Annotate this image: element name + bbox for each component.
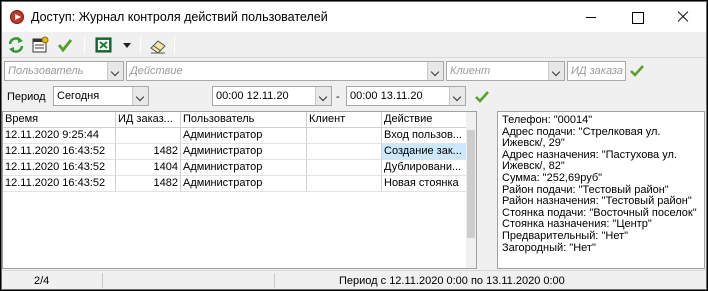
period-to-value: 00:00 13.11.20 [350, 90, 423, 102]
column-header-action[interactable]: Действие [382, 112, 467, 128]
client-filter-combo[interactable]: Клиент [446, 61, 565, 81]
column-header-order-id[interactable]: ИД заказ... [116, 112, 181, 128]
action-filter-placeholder: Действие [130, 65, 183, 77]
cell-order-id [116, 128, 181, 144]
order-id-placeholder: ИД заказа [571, 65, 623, 77]
detail-line: Телефон: "00014" [502, 114, 593, 126]
close-button[interactable] [660, 2, 706, 32]
table-row[interactable]: 12.11.2020 16:43:52 1482 Администратор С… [3, 144, 467, 160]
apply-icon[interactable] [55, 35, 75, 55]
cell-client [307, 128, 382, 144]
period-preset-value: Сегодня [57, 90, 100, 102]
column-header-time[interactable]: Время [3, 112, 116, 128]
toolbar-separator [174, 36, 175, 54]
action-filter-combo[interactable]: Действие [126, 61, 444, 81]
status-separator [102, 273, 103, 288]
cell-action: Вход пользов... [382, 128, 467, 144]
order-id-input[interactable]: ИД заказа [567, 61, 626, 81]
apply-filter-check-icon[interactable] [629, 63, 645, 79]
cell-order-id: 1404 [116, 160, 181, 176]
cell-user: Администратор [181, 160, 307, 176]
cell-order-id: 1482 [116, 144, 181, 160]
period-label: Период [7, 91, 46, 103]
status-bar: 2/4 Период с 12.11.2020 0:00 по 13.11.20… [2, 270, 706, 289]
detail-line: Загородный: "Нет" [502, 241, 596, 254]
column-header-client[interactable]: Клиент [307, 112, 382, 128]
chevron-down-icon[interactable] [315, 87, 331, 105]
user-filter-placeholder: Пользователь [8, 65, 84, 77]
status-period-text: Период с 12.11.2020 0:00 по 13.11.2020 0… [339, 275, 565, 287]
cell-user: Администратор [181, 128, 307, 144]
filter-row: Пользователь Действие Клиент ИД заказа [2, 59, 706, 83]
detail-line: Сумма: "252,69руб" [502, 171, 603, 184]
cell-action: Дублировани... [382, 160, 467, 176]
scrollbar-thumb[interactable] [467, 130, 475, 238]
cell-time: 12.11.2020 16:43:52 [3, 176, 116, 192]
chevron-down-icon[interactable] [427, 62, 443, 80]
properties-icon[interactable] [30, 35, 50, 55]
column-header-user[interactable]: Пользователь [181, 112, 307, 128]
detail-line: Район назначения: "Тестовый район" [502, 195, 692, 208]
chevron-down-icon[interactable] [548, 62, 564, 80]
cell-order-id: 1482 [116, 176, 181, 192]
cell-user: Администратор [181, 176, 307, 192]
table-row[interactable]: 12.11.2020 16:43:52 1404 Администратор Д… [3, 160, 467, 176]
refresh-icon[interactable] [6, 35, 26, 55]
cell-user: Администратор [181, 144, 307, 160]
cell-client [307, 176, 382, 192]
period-dash: - [336, 91, 340, 103]
detail-line: Предварительный: "Нет" [502, 229, 629, 242]
excel-icon[interactable] [94, 35, 114, 55]
cell-client [307, 144, 382, 160]
apply-period-check-icon[interactable] [474, 89, 490, 105]
user-filter-combo[interactable]: Пользователь [4, 61, 124, 81]
title-bar: Доступ: Журнал контроля действий пользов… [2, 2, 706, 32]
window-title: Доступ: Журнал контроля действий пользов… [31, 10, 328, 24]
erase-icon[interactable] [148, 35, 168, 55]
table-header: Время ИД заказ... Пользователь Клиент Де… [3, 112, 476, 128]
details-panel: Телефон: "00014" Адрес подачи: "Стрелков… [497, 111, 705, 269]
cell-time: 12.11.2020 16:43:52 [3, 160, 116, 176]
cell-action: Новая стоянка [382, 176, 467, 192]
cell-action-selected: Создание зак... [382, 144, 467, 160]
cell-time: 12.11.2020 9:25:44 [3, 128, 116, 144]
period-from-picker[interactable]: 00:00 12.11.20 [212, 86, 332, 106]
table-row[interactable]: 12.11.2020 9:25:44 Администратор Вход по… [3, 128, 467, 144]
toolbar [2, 32, 706, 58]
chevron-down-icon[interactable] [132, 87, 148, 105]
app-logo-icon [10, 10, 24, 24]
period-from-value: 00:00 12.11.20 [216, 90, 289, 102]
period-row: Период Сегодня 00:00 12.11.20 - 00:00 13… [2, 85, 706, 109]
cell-time: 12.11.2020 16:43:52 [3, 144, 116, 160]
cell-client [307, 160, 382, 176]
chevron-down-icon[interactable] [107, 62, 123, 80]
period-to-picker[interactable]: 00:00 13.11.20 [346, 86, 466, 106]
table-row[interactable]: 12.11.2020 16:43:52 1482 Администратор Н… [3, 176, 467, 192]
status-separator [274, 273, 275, 288]
main-window: Доступ: Журнал контроля действий пользов… [1, 1, 707, 290]
toolbar-separator [84, 36, 85, 54]
record-counter: 2/4 [34, 275, 50, 287]
period-preset-select[interactable]: Сегодня [53, 86, 149, 106]
table-scrollbar[interactable] [466, 112, 476, 268]
dropdown-icon[interactable] [121, 35, 133, 55]
minimize-button[interactable] [568, 2, 614, 32]
log-table: Время ИД заказ... Пользователь Клиент Де… [2, 111, 477, 269]
client-filter-placeholder: Клиент [450, 65, 491, 77]
chevron-down-icon[interactable] [449, 87, 465, 105]
maximize-button[interactable] [614, 2, 660, 32]
toolbar-separator [140, 36, 141, 54]
